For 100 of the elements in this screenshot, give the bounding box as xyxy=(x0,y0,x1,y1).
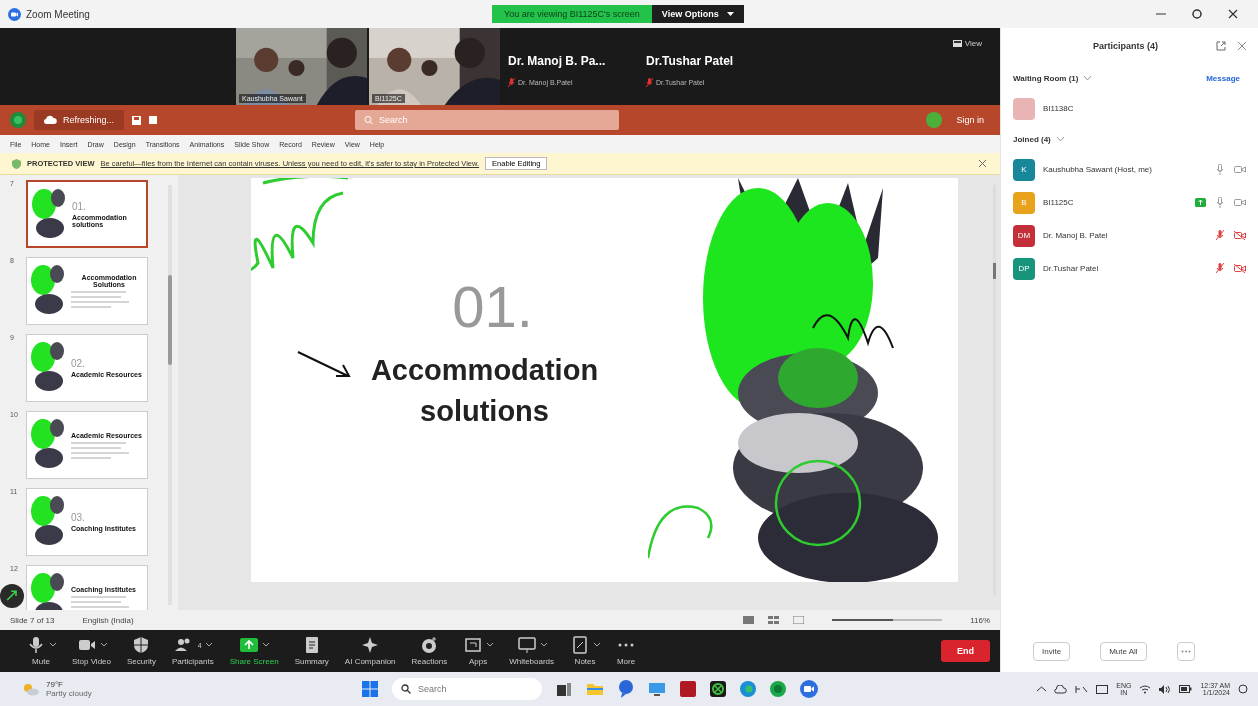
restore-icon[interactable] xyxy=(1192,9,1202,19)
toolbar-button[interactable]: Whiteboards xyxy=(503,636,561,666)
close-icon[interactable] xyxy=(979,160,986,167)
caret-icon[interactable] xyxy=(50,643,56,647)
panel-button[interactable]: Invite xyxy=(1033,641,1071,661)
view-sorter-icon[interactable] xyxy=(768,616,780,624)
task-view-icon[interactable] xyxy=(556,681,572,697)
toolbar-button[interactable]: Share Screen xyxy=(223,636,285,666)
shield-icon xyxy=(12,158,21,169)
whiteboard-icon[interactable] xyxy=(516,636,537,654)
chevron-down-icon[interactable] xyxy=(1056,136,1064,142)
cloud-icon xyxy=(44,115,57,125)
slide-title: Accommodation solutions xyxy=(369,353,600,429)
battery-icon[interactable] xyxy=(1179,685,1193,693)
search-field[interactable]: Search xyxy=(355,110,620,130)
input-method-icon[interactable] xyxy=(1075,684,1089,694)
joined-header[interactable]: Joined (4) xyxy=(1013,134,1051,144)
caret-icon[interactable] xyxy=(205,643,212,647)
view-button[interactable]: View xyxy=(946,38,988,49)
participant-display-name: Dr.Tushar Patel xyxy=(646,53,735,68)
window-title: Zoom Meeting xyxy=(26,8,90,20)
caret-icon[interactable] xyxy=(487,643,494,647)
slide-number-text: 03. xyxy=(71,512,86,523)
sharing-banner: You are viewing BI1125C's screen xyxy=(492,5,652,23)
avatar: B xyxy=(1013,191,1035,214)
participant-name: BI1138C xyxy=(1043,104,1074,113)
toolbar-button[interactable]: More xyxy=(610,636,643,666)
toolbar-button[interactable]: Mute xyxy=(20,636,62,666)
cloud-icon[interactable] xyxy=(1054,684,1068,694)
avatar: DM xyxy=(1013,224,1035,247)
video-call-icon[interactable] xyxy=(800,680,818,698)
slide-number-text: 02. xyxy=(71,358,86,369)
slide-number-text: 01. xyxy=(72,200,87,212)
zoom-percent: 116% xyxy=(970,615,990,625)
text-lines-drawing xyxy=(71,290,131,308)
video-off-icon xyxy=(1234,165,1246,174)
toolbar-button[interactable]: Summary xyxy=(288,636,335,666)
arrow-icon xyxy=(295,350,352,380)
refresh-status-button[interactable]: Refreshing... xyxy=(34,110,125,130)
chevron-down-icon[interactable] xyxy=(1084,75,1092,81)
keyboard-icon[interactable] xyxy=(1096,684,1109,694)
toolbar-button[interactable]: Reactions xyxy=(405,636,454,666)
slide-count: Slide 7 of 13 xyxy=(10,615,55,625)
sign-in-button[interactable]: Sign in xyxy=(950,114,990,126)
folder-icon[interactable] xyxy=(586,681,604,697)
search-icon xyxy=(364,115,374,125)
reading-view-icon[interactable] xyxy=(793,616,805,624)
chevron-up-icon[interactable] xyxy=(1037,686,1047,692)
microphone-icon[interactable] xyxy=(26,636,46,654)
app-logo-icon xyxy=(10,112,26,128)
pop-out-icon[interactable] xyxy=(1216,41,1226,51)
browser-icon[interactable] xyxy=(740,681,756,697)
floating-action-icon[interactable] xyxy=(0,584,24,608)
wifi-icon[interactable] xyxy=(1139,684,1152,694)
panel-button[interactable]: Mute All xyxy=(1100,641,1147,661)
participant-display-name: Dr. Manoj B. Pa... xyxy=(508,53,607,68)
taskbar-search-field[interactable]: Search xyxy=(392,678,542,700)
caret-icon[interactable] xyxy=(540,643,547,647)
caret-icon[interactable] xyxy=(263,643,270,647)
save-icon[interactable] xyxy=(132,115,142,125)
video-off-icon xyxy=(1234,198,1246,207)
search-icon xyxy=(401,684,411,694)
video-off-icon xyxy=(1234,264,1246,273)
caret-icon[interactable] xyxy=(100,643,107,647)
monitor-icon[interactable] xyxy=(648,681,666,697)
speaker-icon[interactable] xyxy=(1159,684,1172,694)
zoom-logo-icon xyxy=(8,7,21,21)
layout-icon[interactable] xyxy=(952,40,962,47)
participant-name: BI1125C xyxy=(1043,198,1074,207)
start-icon[interactable] xyxy=(362,681,378,697)
participant-name: Dr.Tushar Patel xyxy=(1043,264,1099,273)
view-normal-icon[interactable] xyxy=(743,616,755,624)
weather-icon xyxy=(22,682,40,696)
language-label: English (India) xyxy=(82,615,134,625)
app-circle-icon[interactable] xyxy=(770,681,786,697)
stop-icon[interactable] xyxy=(149,116,158,124)
waiting-room-header[interactable]: Waiting Room (1) xyxy=(1013,73,1079,83)
xbox-icon[interactable] xyxy=(710,681,726,697)
toolbar-button[interactable]: Security xyxy=(121,636,162,666)
end-button[interactable]: End xyxy=(941,640,990,662)
toolbar-button[interactable]: Apps xyxy=(457,636,500,666)
caret-icon[interactable] xyxy=(594,643,601,647)
apps-icon[interactable] xyxy=(463,636,484,654)
avatar: K xyxy=(1013,158,1035,181)
share-screen-icon[interactable] xyxy=(239,636,260,654)
caret-icon[interactable] xyxy=(726,11,734,17)
text-lines-drawing xyxy=(71,440,131,459)
view-options-button[interactable]: View Options xyxy=(651,5,744,23)
close-icon[interactable] xyxy=(1228,9,1238,19)
slide-number-text: 01. xyxy=(452,273,533,340)
panel-title: Participants (4) xyxy=(1092,41,1158,51)
toolbar-button[interactable]: AI Companion xyxy=(338,636,402,666)
chat-bubble-icon[interactable] xyxy=(618,680,634,698)
toolbar-button[interactable]: Notes xyxy=(564,636,607,666)
message-link[interactable]: Message xyxy=(1200,72,1246,84)
temperature-text: 79°F xyxy=(46,680,64,689)
notification-icon[interactable] xyxy=(1238,684,1248,694)
toolbar-button[interactable]: Stop Video xyxy=(66,636,117,666)
weather-text: Partly cloudy xyxy=(46,689,92,698)
video-off-icon xyxy=(1234,231,1246,240)
